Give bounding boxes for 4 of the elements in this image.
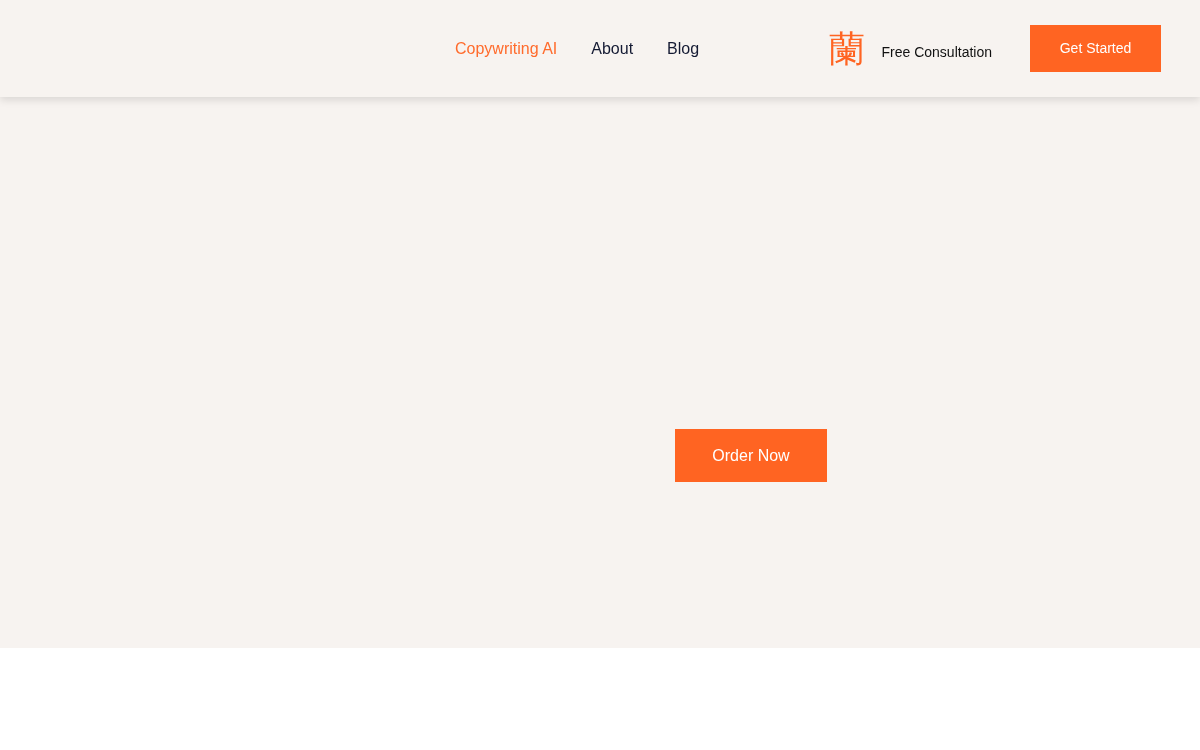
- consultation-link[interactable]: Free Consultation: [881, 42, 992, 63]
- brand-glyph: 蘭: [829, 30, 866, 67]
- nav-link[interactable]: About: [591, 36, 634, 61]
- nav-link[interactable]: Blog: [667, 36, 700, 61]
